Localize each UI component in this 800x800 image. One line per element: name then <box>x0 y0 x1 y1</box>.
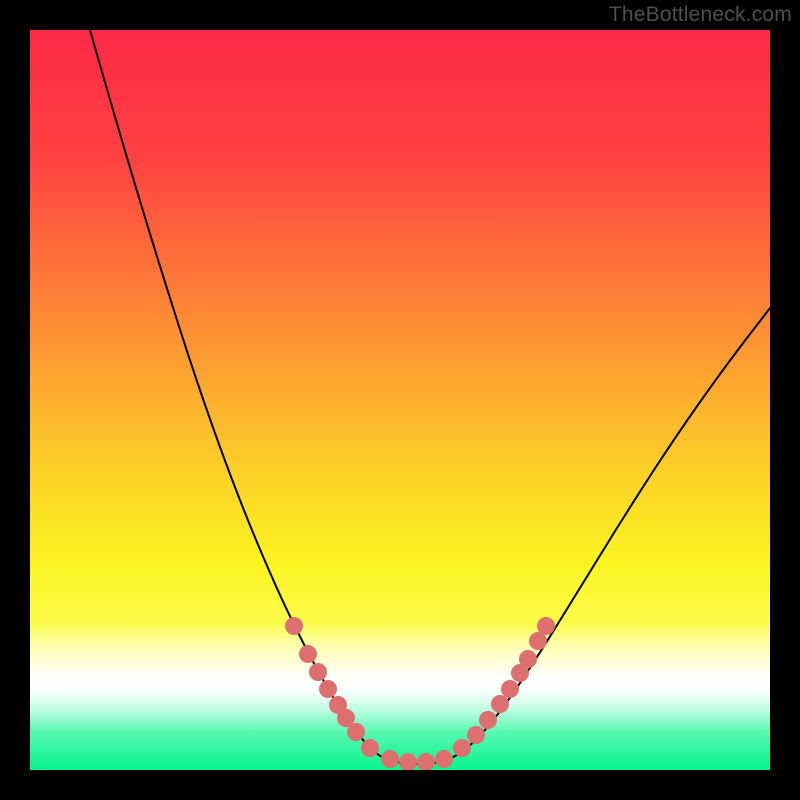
data-dot <box>347 723 365 741</box>
data-dot <box>453 739 471 757</box>
data-dot <box>399 753 417 770</box>
data-dot <box>467 726 485 744</box>
data-dot <box>319 680 337 698</box>
data-dot <box>491 695 509 713</box>
dots-group <box>285 617 555 770</box>
data-dot <box>519 650 537 668</box>
data-dot <box>309 663 327 681</box>
bottleneck-curve <box>90 30 770 764</box>
data-dot <box>285 617 303 635</box>
data-dot <box>417 753 435 770</box>
data-dot <box>299 645 317 663</box>
plot-frame <box>30 30 770 770</box>
data-dot <box>479 711 497 729</box>
data-dot <box>435 750 453 768</box>
watermark-text: TheBottleneck.com <box>609 3 792 27</box>
data-dot <box>361 739 379 757</box>
data-dot <box>381 750 399 768</box>
chart-svg <box>30 30 770 770</box>
data-dot <box>537 617 555 635</box>
data-dot <box>501 680 519 698</box>
